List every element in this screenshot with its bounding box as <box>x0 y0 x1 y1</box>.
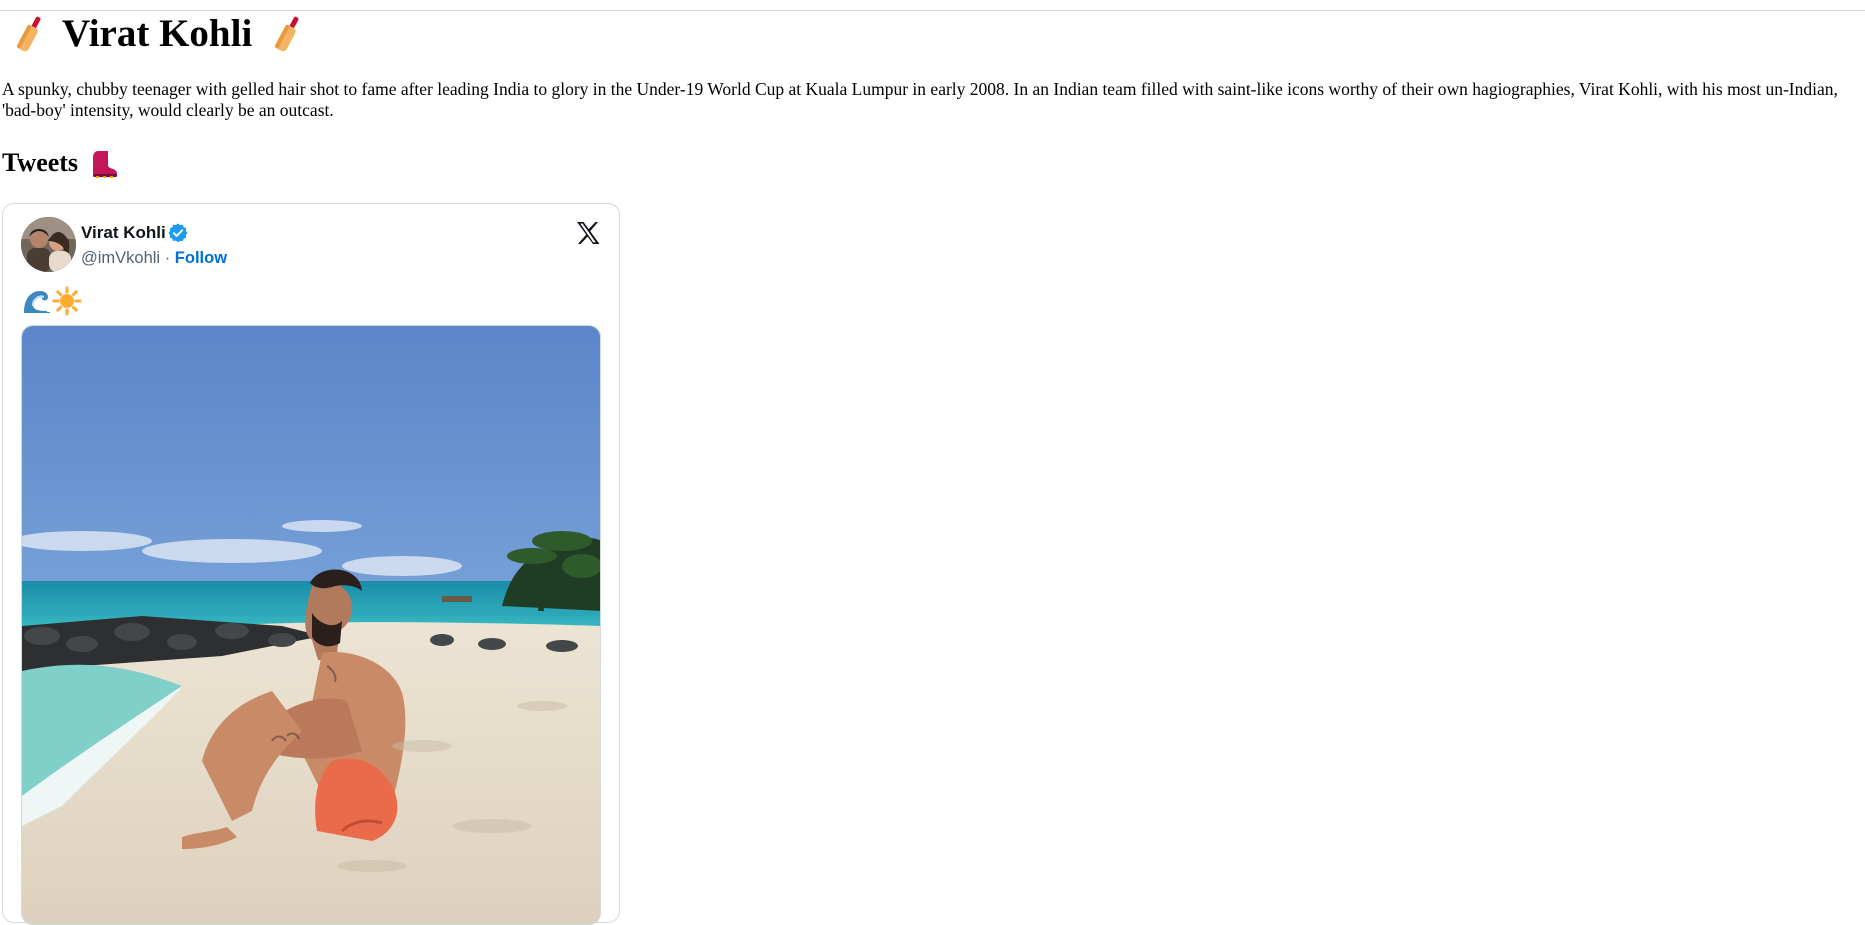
bio-paragraph: A spunky, chubby teenager with gelled ha… <box>2 79 1838 120</box>
author-handle-line: @imVkohli · Follow <box>81 248 227 268</box>
boot-icon <box>93 151 118 178</box>
sun-icon <box>52 286 82 316</box>
beach-photo <box>22 326 600 924</box>
tweets-heading-text: Tweets <box>2 148 79 177</box>
water-wave-icon <box>24 291 50 313</box>
page-title: Virat Kohli <box>2 12 306 56</box>
x-logo-icon[interactable] <box>574 219 602 247</box>
page-title-text: Virat Kohli <box>62 12 253 55</box>
avatar[interactable] <box>21 217 76 272</box>
avatar-photo <box>21 217 76 272</box>
handle-separator: · <box>164 249 171 267</box>
tweet-text <box>22 286 82 316</box>
tweets-heading: Tweets <box>2 146 118 180</box>
follow-button[interactable]: Follow <box>175 249 227 267</box>
author-handle[interactable]: @imVkohli <box>81 249 160 267</box>
embedded-tweet-card[interactable]: Virat Kohli @imVkohli · Follow <box>2 203 620 925</box>
cricket-bat-icon <box>16 16 41 52</box>
author-name[interactable]: Virat Kohli <box>81 223 166 243</box>
verified-badge-icon <box>168 223 188 243</box>
top-divider <box>0 10 1865 11</box>
tweet-photo[interactable] <box>21 325 601 925</box>
cricket-bat-icon <box>275 16 299 52</box>
